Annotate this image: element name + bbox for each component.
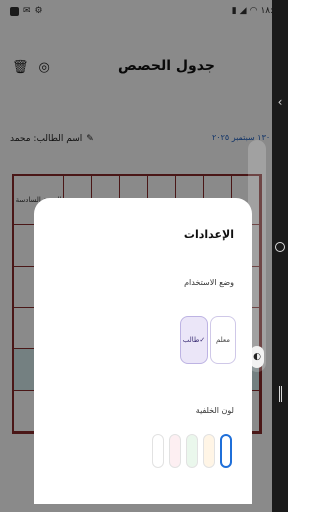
mode-option-label: معلم bbox=[215, 336, 231, 344]
dialog-title: الإعدادات bbox=[183, 228, 234, 241]
usage-mode-selector: ✓ طالب معلم bbox=[180, 316, 236, 364]
color-swatch[interactable] bbox=[203, 434, 215, 468]
background-color-label: لون الخلفية bbox=[195, 406, 234, 415]
check-icon: ✓ bbox=[199, 336, 206, 344]
system-nav-bar: ‹ bbox=[272, 0, 288, 512]
back-icon[interactable]: ‹ bbox=[278, 96, 283, 108]
background-swatches bbox=[152, 434, 232, 468]
home-icon[interactable] bbox=[275, 242, 285, 252]
settings-dialog: الإعدادات وضع الاستخدام ✓ طالب معلم لون … bbox=[34, 198, 252, 504]
color-swatch[interactable] bbox=[169, 434, 181, 468]
color-swatch-selected[interactable] bbox=[220, 434, 232, 468]
screen: ✉ ⚙ ▮ ◢ ◠ ١٨:٤ 🗑 ◎ جدول الحصص ✎ اسم الطا… bbox=[0, 0, 288, 512]
mode-option-teacher[interactable]: معلم bbox=[210, 316, 236, 364]
floating-pin-icon[interactable]: ◐ bbox=[250, 346, 264, 368]
mode-option-student[interactable]: ✓ طالب bbox=[180, 316, 208, 364]
mode-option-label: طالب bbox=[182, 336, 200, 344]
usage-mode-label: وضع الاستخدام bbox=[184, 278, 234, 287]
color-swatch[interactable] bbox=[152, 434, 164, 468]
recents-icon[interactable] bbox=[278, 386, 282, 402]
color-swatch[interactable] bbox=[186, 434, 198, 468]
